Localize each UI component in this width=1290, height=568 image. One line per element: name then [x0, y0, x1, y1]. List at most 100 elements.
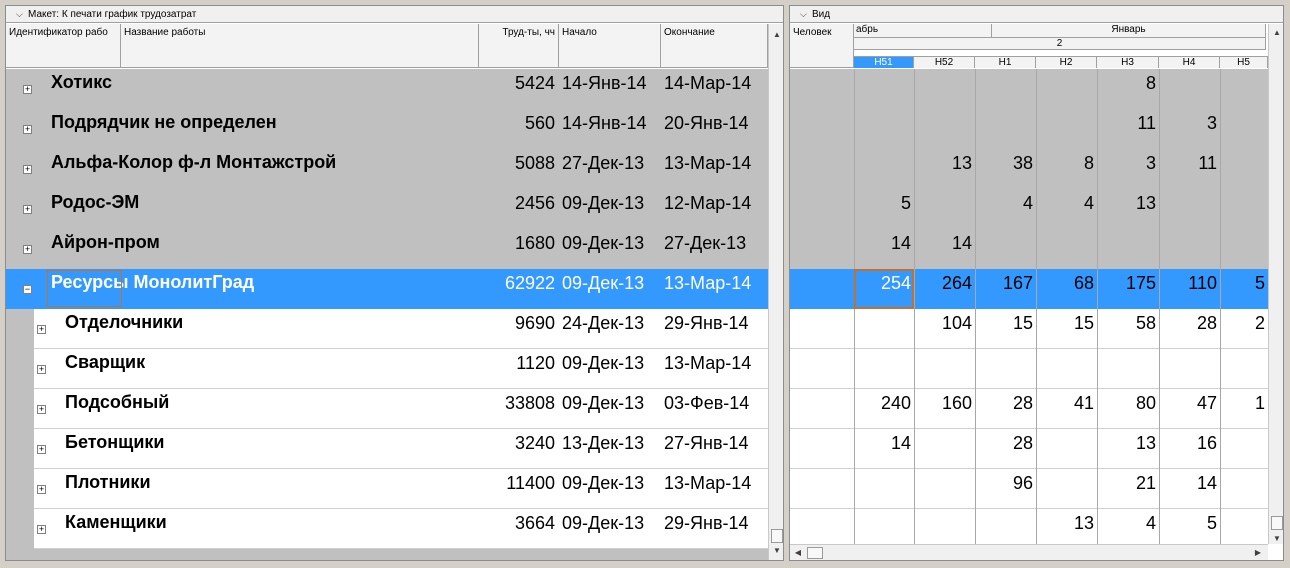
hours-cell[interactable]: 28 [975, 429, 1036, 469]
hours-cell[interactable] [1220, 69, 1268, 109]
expand-icon[interactable]: + [23, 125, 32, 134]
hours-cell[interactable]: 14 [854, 429, 914, 469]
hours-cell[interactable] [1097, 349, 1159, 389]
view-title-bar[interactable]: ⌵ Вид [790, 6, 1283, 23]
column-header-finish[interactable]: Окончание [661, 24, 768, 68]
expand-icon[interactable]: + [37, 405, 46, 414]
hours-cell[interactable] [1220, 349, 1268, 389]
hours-cell[interactable]: 15 [975, 309, 1036, 349]
hours-cell[interactable] [1036, 349, 1097, 389]
scrollbar-thumb[interactable] [1271, 516, 1283, 530]
hours-cell[interactable]: 4 [1097, 509, 1159, 549]
hours-cell[interactable]: 5 [1220, 269, 1268, 309]
hours-cell[interactable]: 11 [1097, 109, 1159, 149]
hours-cell[interactable] [1159, 189, 1220, 229]
hours-cell[interactable] [975, 349, 1036, 389]
timeline-row[interactable]: 14 14 [790, 229, 1268, 269]
hours-cell[interactable]: 41 [1036, 389, 1097, 429]
vertical-scrollbar[interactable]: ▲ ▼ [768, 24, 783, 560]
hours-cell[interactable]: 104 [914, 309, 975, 349]
hours-cell[interactable]: 14 [854, 229, 914, 269]
timeline-row[interactable]: 8 [790, 69, 1268, 109]
week-header[interactable]: Н4 [1159, 56, 1220, 68]
hours-cell[interactable] [1159, 229, 1220, 269]
hours-cell[interactable] [854, 509, 914, 549]
layout-title-bar[interactable]: ⌵ Макет: К печати график трудозатрат [6, 6, 783, 23]
expand-icon[interactable]: + [23, 205, 32, 214]
hours-cell[interactable] [975, 69, 1036, 109]
hours-cell[interactable]: 21 [1097, 469, 1159, 509]
hours-cell[interactable]: 175 [1097, 269, 1159, 309]
week-header[interactable]: Н5 [1220, 56, 1268, 68]
hours-cell[interactable] [1097, 229, 1159, 269]
hours-cell[interactable]: 38 [975, 149, 1036, 189]
hours-cell[interactable]: 11 [1159, 149, 1220, 189]
table-row[interactable]: + Плотники 11400 09-Дек-13 13-Мар-14 [6, 469, 768, 509]
hours-cell[interactable] [854, 349, 914, 389]
hours-cell[interactable] [975, 109, 1036, 149]
hours-cell[interactable]: 5 [854, 189, 914, 229]
timeline-row[interactable]: 11 3 [790, 109, 1268, 149]
timeline-row[interactable]: 254 264 167 68 175 110 5 [790, 269, 1268, 309]
week-header[interactable]: Н51 [854, 56, 914, 68]
table-row[interactable]: + Альфа-Колор ф-л Монтажстрой 5088 27-Дек-1… [6, 149, 768, 189]
hours-cell[interactable] [1036, 109, 1097, 149]
hours-cell[interactable]: 13 [914, 149, 975, 189]
expand-icon[interactable]: + [37, 365, 46, 374]
hours-cell[interactable]: 16 [1159, 429, 1220, 469]
hscrollbar-thumb[interactable] [807, 547, 823, 559]
hours-cell[interactable]: 4 [1036, 189, 1097, 229]
hours-cell[interactable]: 96 [975, 469, 1036, 509]
week-header[interactable]: Н52 [914, 56, 975, 68]
hours-cell[interactable] [1220, 109, 1268, 149]
table-row[interactable]: + Подрядчик не определен 560 14-Янв-14 20-Ян… [6, 109, 768, 149]
hours-cell[interactable]: 14 [914, 229, 975, 269]
hours-cell[interactable]: 110 [1159, 269, 1220, 309]
hours-cell[interactable] [914, 509, 975, 549]
hours-cell[interactable]: 13 [1097, 189, 1159, 229]
timeline-row[interactable]: 13 4 5 [790, 509, 1268, 549]
hours-cell[interactable] [1036, 429, 1097, 469]
hours-cell[interactable]: 160 [914, 389, 975, 429]
table-row[interactable]: + Каменщики 3664 09-Дек-13 29-Янв-14 [6, 509, 768, 549]
timeline-row[interactable]: 13 38 8 3 11 [790, 149, 1268, 189]
week-header[interactable]: Н3 [1097, 56, 1159, 68]
hours-cell[interactable] [1159, 69, 1220, 109]
hours-cell[interactable] [1220, 189, 1268, 229]
arrow-down-icon[interactable]: ▼ [1269, 532, 1283, 546]
hours-cell[interactable]: 58 [1097, 309, 1159, 349]
row-name[interactable]: Подсобный [65, 389, 475, 429]
hours-cell[interactable] [975, 509, 1036, 549]
expand-icon[interactable]: + [37, 445, 46, 454]
expand-icon[interactable]: + [23, 85, 32, 94]
hours-cell[interactable] [1036, 469, 1097, 509]
expand-icon[interactable]: + [23, 165, 32, 174]
hours-cell[interactable] [1220, 229, 1268, 269]
timeline-row[interactable]: 5 4 4 13 [790, 189, 1268, 229]
row-name[interactable]: Каменщики [65, 509, 475, 549]
column-header-id[interactable]: Идентификатор рабо [6, 24, 121, 68]
hours-cell[interactable] [1036, 69, 1097, 109]
hours-cell[interactable]: 240 [854, 389, 914, 429]
hours-cell[interactable]: 264 [914, 269, 975, 309]
expand-icon[interactable]: + [37, 485, 46, 494]
hours-cell[interactable]: 1 [1220, 389, 1268, 429]
hours-cell[interactable] [854, 309, 914, 349]
arrow-up-icon[interactable]: ▲ [1269, 26, 1283, 40]
expand-icon[interactable]: + [23, 245, 32, 254]
hours-cell[interactable]: 3 [1159, 109, 1220, 149]
hours-cell[interactable] [854, 149, 914, 189]
hours-cell[interactable] [854, 109, 914, 149]
column-header-name[interactable]: Название работы [121, 24, 479, 68]
table-row[interactable]: + Бетонщики 3240 13-Дек-13 27-Янв-14 [6, 429, 768, 469]
row-name[interactable]: Подрядчик не определен [51, 109, 475, 149]
hours-cell[interactable]: 68 [1036, 269, 1097, 309]
arrow-right-icon[interactable]: ▶ [1250, 546, 1266, 560]
hours-cell[interactable]: 2 [1220, 309, 1268, 349]
table-row[interactable]: − Ресурсы МонолитГрад 62922 09-Дек-13 13-Мар… [6, 269, 768, 309]
hours-cell[interactable] [1159, 349, 1220, 389]
row-name[interactable]: Отделочники [65, 309, 475, 349]
table-row[interactable]: + Родос-ЭМ 2456 09-Дек-13 12-Мар-14 [6, 189, 768, 229]
hours-cell[interactable]: 28 [1159, 309, 1220, 349]
week-header[interactable]: Н1 [975, 56, 1036, 68]
